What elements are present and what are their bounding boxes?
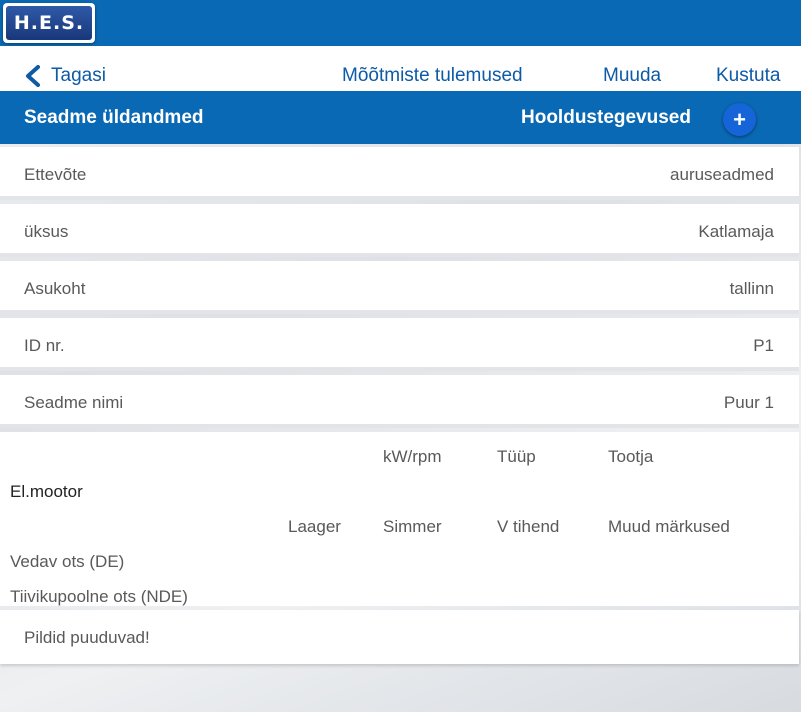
logo[interactable]: H.E.S. [3, 3, 95, 43]
detail-value: tallinn [729, 279, 774, 298]
detail-label: Seadme nimi [24, 393, 124, 412]
detail-row-id: ID nr. P1 [0, 318, 799, 371]
motor-table: kW/rpm Tüüp Tootja El.mootor Laager Simm… [0, 432, 799, 606]
detail-value: Puur 1 [723, 393, 774, 412]
detail-value: auruseadmed [670, 165, 774, 184]
detail-label: Asukoht [24, 279, 86, 298]
no-photos-text: Pildid puuduvad! [24, 628, 150, 647]
maintenance-label[interactable]: Hooldustegevused [521, 107, 691, 129]
section-title: Seadme üldandmed [24, 107, 204, 128]
detail-label: üksus [24, 222, 69, 241]
col-maker-header: Tootja [608, 447, 654, 466]
detail-label: Ettevõte [24, 165, 87, 184]
top-bar: H.E.S. [0, 0, 801, 46]
col-type-header: Tüüp [497, 447, 536, 466]
col-notes-header: Muud märkused [608, 517, 730, 536]
col-seal-header: Simmer [383, 517, 442, 536]
add-maintenance-button[interactable]: + [723, 103, 756, 136]
back-button[interactable]: Tagasi [24, 64, 106, 88]
chevron-left-icon [26, 65, 40, 87]
detail-value: Katlamaja [698, 222, 774, 241]
detail-row-unit: üksus Katlamaja [0, 204, 799, 257]
col-vseal-header: V tihend [497, 517, 560, 536]
edit-link[interactable]: Muuda [603, 65, 661, 87]
row-drive-end: Vedav ots (DE) [10, 552, 125, 571]
nav-bar: Tagasi Mõõtmiste tulemused Muuda Kustuta [0, 46, 801, 91]
row-non-drive-end: Tiivikupoolne ots (NDE) [10, 587, 188, 606]
detail-value: P1 [753, 336, 774, 355]
detail-row-device-name: Seadme nimi Puur 1 [0, 375, 799, 428]
delete-link[interactable]: Kustuta [716, 65, 780, 87]
detail-label: ID nr. [24, 336, 65, 355]
plus-icon: + [733, 106, 746, 132]
section-header: Seadme üldandmed Hooldustegevused + [0, 91, 801, 144]
back-label: Tagasi [51, 65, 106, 86]
detail-row-location: Asukoht tallinn [0, 261, 799, 314]
measurements-link[interactable]: Mõõtmiste tulemused [342, 65, 523, 87]
photos-section: Pildid puuduvad! [0, 610, 799, 664]
detail-row-company: Ettevõte auruseadmed [0, 147, 799, 200]
logo-text: H.E.S. [6, 6, 92, 40]
motor-title: El.mootor [10, 482, 83, 501]
col-power-header: kW/rpm [383, 447, 442, 466]
col-bearing-header: Laager [288, 517, 341, 536]
